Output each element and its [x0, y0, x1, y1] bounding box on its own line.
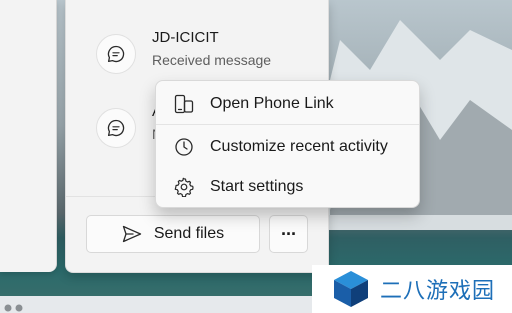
activity-item[interactable]: JD-ICICIT Received message	[96, 29, 272, 74]
cube-logo-icon	[334, 271, 368, 307]
activity-subtitle: Received message	[152, 52, 272, 68]
menu-item-customize-recent-activity[interactable]: Customize recent activity	[156, 128, 419, 166]
more-icon: ···	[281, 223, 297, 244]
clock-icon	[173, 136, 195, 158]
phone-link-icon	[173, 93, 195, 115]
gear-icon	[173, 176, 195, 198]
send-files-label: Send files	[153, 225, 225, 242]
menu-item-start-settings[interactable]: Start settings	[156, 168, 419, 206]
send-files-button[interactable]: Send files	[86, 215, 260, 253]
menu-item-open-phone-link[interactable]: Open Phone Link	[156, 85, 419, 123]
message-icon	[96, 108, 136, 148]
menu-item-label: Open Phone Link	[210, 95, 334, 112]
message-icon	[96, 34, 136, 74]
watermark-text: 二八游戏园	[380, 279, 496, 304]
menu-item-label: Customize recent activity	[210, 138, 388, 155]
activity-item[interactable]: A N	[96, 103, 162, 148]
taskbar-strip	[0, 296, 312, 313]
menu-separator	[156, 124, 419, 125]
adjacent-panel	[0, 0, 57, 272]
taskbar-app-icon[interactable]	[3, 302, 25, 313]
context-menu: Open Phone Link Customize recent activit…	[155, 80, 420, 208]
activity-title: JD-ICICIT	[152, 29, 219, 46]
watermark: 二八游戏园	[312, 265, 512, 313]
more-options-button[interactable]: ···	[269, 215, 308, 253]
menu-item-label: Start settings	[210, 178, 304, 195]
send-icon	[122, 225, 142, 243]
